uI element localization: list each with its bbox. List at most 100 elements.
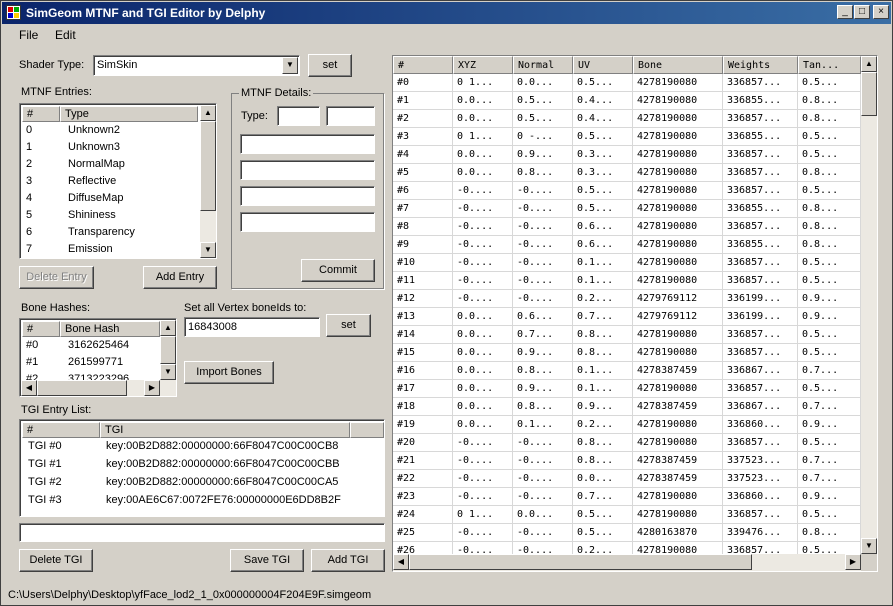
- scroll-up-icon[interactable]: ▲: [200, 105, 216, 121]
- scroll-right-icon[interactable]: ▶: [144, 380, 160, 396]
- table-row[interactable]: TGI #0 key:00B2D882:00000000:66F8047C00C0…: [22, 438, 382, 455]
- vertex-bones-set-button[interactable]: set: [326, 314, 371, 337]
- table-row[interactable]: TGI #2 key:00B2D882:00000000:66F8047C00C0…: [22, 474, 382, 491]
- menu-edit[interactable]: Edit: [55, 28, 76, 42]
- scroll-thumb[interactable]: [160, 336, 176, 364]
- table-row[interactable]: #13 0.0... 0.6... 0.7... 4279769112 336199...…: [393, 308, 861, 326]
- add-entry-button[interactable]: Add Entry: [143, 266, 217, 289]
- mtnf-detail-field-1[interactable]: [240, 134, 375, 154]
- list-item[interactable]: #1 261599771: [22, 354, 160, 371]
- scroll-down-icon[interactable]: ▼: [861, 538, 877, 554]
- table-row[interactable]: #7 -0.... -0.... 0.5... 4278190080 336855... 0…: [393, 200, 861, 218]
- table-row[interactable]: #21 -0.... -0.... 0.8... 4278387459 337523...…: [393, 452, 861, 470]
- shader-type-select[interactable]: SimSkin ▼: [93, 55, 300, 76]
- list-item[interactable]: 1 Unknown3: [22, 139, 200, 156]
- commit-button[interactable]: Commit: [301, 259, 375, 282]
- scroll-down-icon[interactable]: ▼: [160, 364, 176, 380]
- table-row[interactable]: #3 0 1... 0 -... 0.5... 4278190080 336855... 0…: [393, 128, 861, 146]
- table-row[interactable]: #14 0.0... 0.7... 0.8... 4278190080 336857...…: [393, 326, 861, 344]
- vertex-grid[interactable]: # XYZ Normal UV Bone Weights Tan... #0 0 1... 0.…: [392, 55, 878, 572]
- table-row[interactable]: #8 -0.... -0.... 0.6... 4278190080 336857... 0…: [393, 218, 861, 236]
- table-row[interactable]: #0 0 1... 0.0... 0.5... 4278190080 336857... 0…: [393, 74, 861, 92]
- list-item[interactable]: 6 Transparency: [22, 224, 200, 241]
- delete-entry-button[interactable]: Delete Entry: [19, 266, 94, 289]
- bone-col-num[interactable]: #: [22, 321, 60, 337]
- scroll-down-icon[interactable]: ▼: [200, 242, 216, 258]
- bone-vscrollbar[interactable]: ▲ ▼: [160, 320, 176, 380]
- table-row[interactable]: #4 0.0... 0.9... 0.3... 4278190080 336857... 0…: [393, 146, 861, 164]
- grid-col-header[interactable]: Weights: [723, 56, 798, 74]
- scroll-thumb[interactable]: [409, 554, 752, 570]
- chevron-down-icon[interactable]: ▼: [282, 57, 298, 74]
- list-item[interactable]: 5 Shininess: [22, 207, 200, 224]
- close-button[interactable]: ×: [873, 5, 889, 19]
- scroll-thumb[interactable]: [37, 380, 127, 396]
- mtnf-entries-list[interactable]: # Type 0 Unknown2 1 Unknown3 2 NormalMap 3 Refl…: [19, 103, 217, 259]
- add-tgi-button[interactable]: Add TGI: [311, 549, 385, 572]
- mtnf-detail-field-4[interactable]: [240, 212, 375, 232]
- scroll-left-icon[interactable]: ◀: [21, 380, 37, 396]
- table-row[interactable]: #15 0.0... 0.9... 0.8... 4278190080 336857...…: [393, 344, 861, 362]
- grid-col-header[interactable]: Normal: [513, 56, 573, 74]
- table-row[interactable]: #10 -0.... -0.... 0.1... 4278190080 336857...…: [393, 254, 861, 272]
- mtnf-col-type[interactable]: Type: [60, 106, 198, 122]
- maximize-button[interactable]: □: [854, 5, 870, 19]
- bone-col-hash[interactable]: Bone Hash: [60, 321, 160, 337]
- table-row[interactable]: #23 -0.... -0.... 0.7... 4278190080 336860...…: [393, 488, 861, 506]
- list-item[interactable]: 0 Unknown2: [22, 122, 200, 139]
- table-row[interactable]: TGI #3 key:00AE6C67:0072FE76:00000000E6DD…: [22, 492, 382, 509]
- minimize-button[interactable]: _: [837, 5, 853, 19]
- table-row[interactable]: #16 0.0... 0.8... 0.1... 4278387459 336867...…: [393, 362, 861, 380]
- table-row[interactable]: #17 0.0... 0.9... 0.1... 4278190080 336857...…: [393, 380, 861, 398]
- table-row[interactable]: #5 0.0... 0.8... 0.3... 4278190080 336857... 0…: [393, 164, 861, 182]
- tgi-list[interactable]: # TGI TGI #0 key:00B2D882:00000000:66F804…: [19, 419, 385, 517]
- tgi-col-tgi[interactable]: TGI: [100, 422, 350, 438]
- grid-col-header[interactable]: UV: [573, 56, 633, 74]
- table-row[interactable]: #2 0.0... 0.5... 0.4... 4278190080 336857... 0…: [393, 110, 861, 128]
- list-item[interactable]: 3 Reflective: [22, 173, 200, 190]
- grid-vscrollbar[interactable]: ▲ ▼: [861, 56, 877, 554]
- list-item[interactable]: #0 3162625464: [22, 337, 160, 354]
- scroll-up-icon[interactable]: ▲: [861, 56, 877, 72]
- mtnf-detail-field-2[interactable]: [240, 160, 375, 180]
- table-row[interactable]: #18 0.0... 0.8... 0.9... 4278387459 336867...…: [393, 398, 861, 416]
- table-row[interactable]: #12 -0.... -0.... 0.2... 4279769112 336199...…: [393, 290, 861, 308]
- scroll-up-icon[interactable]: ▲: [160, 320, 176, 336]
- table-row[interactable]: #20 -0.... -0.... 0.8... 4278190080 336857...…: [393, 434, 861, 452]
- grid-col-header[interactable]: Bone: [633, 56, 723, 74]
- bone-hscrollbar[interactable]: ◀ ▶: [21, 380, 176, 396]
- table-row[interactable]: #22 -0.... -0.... 0.0... 4278387459 337523...…: [393, 470, 861, 488]
- table-row[interactable]: #9 -0.... -0.... 0.6... 4278190080 336855... 0…: [393, 236, 861, 254]
- mtnf-type-field-2[interactable]: [326, 106, 375, 126]
- list-item[interactable]: 7 Emission: [22, 241, 200, 258]
- tgi-edit-field[interactable]: [19, 523, 385, 542]
- scroll-left-icon[interactable]: ◀: [393, 554, 409, 570]
- shader-set-button[interactable]: set: [308, 54, 352, 77]
- import-bones-button[interactable]: Import Bones: [184, 361, 274, 384]
- scroll-right-icon[interactable]: ▶: [845, 554, 861, 570]
- scroll-thumb[interactable]: [861, 72, 877, 116]
- table-row[interactable]: #25 -0.... -0.... 0.5... 4280163870 339476...…: [393, 524, 861, 542]
- mtnf-detail-field-3[interactable]: [240, 186, 375, 206]
- table-row[interactable]: #6 -0.... -0.... 0.5... 4278190080 336857... 0…: [393, 182, 861, 200]
- bone-hashes-list[interactable]: # Bone Hash #0 3162625464 #1 261599771 #2 371…: [19, 318, 177, 397]
- vertex-bones-input[interactable]: 16843008: [184, 317, 320, 337]
- delete-tgi-button[interactable]: Delete TGI: [19, 549, 93, 572]
- table-row[interactable]: TGI #1 key:00B2D882:00000000:66F8047C00C0…: [22, 456, 382, 473]
- menu-file[interactable]: File: [19, 28, 38, 42]
- table-row[interactable]: #24 0 1... 0.0... 0.5... 4278190080 336857...…: [393, 506, 861, 524]
- list-item[interactable]: 4 DiffuseMap: [22, 190, 200, 207]
- table-row[interactable]: #11 -0.... -0.... 0.1... 4278190080 336857...…: [393, 272, 861, 290]
- grid-col-header[interactable]: XYZ: [453, 56, 513, 74]
- mtnf-type-field-1[interactable]: [277, 106, 320, 126]
- grid-hscrollbar[interactable]: ◀ ▶: [393, 554, 861, 571]
- mtnf-scrollbar[interactable]: ▲ ▼: [200, 105, 216, 258]
- table-row[interactable]: #1 0.0... 0.5... 0.4... 4278190080 336855... 0…: [393, 92, 861, 110]
- title-bar[interactable]: SimGeom MTNF and TGI Editor by Delphy _ …: [2, 2, 891, 24]
- list-item[interactable]: 2 NormalMap: [22, 156, 200, 173]
- grid-col-header[interactable]: #: [393, 56, 453, 74]
- table-row[interactable]: #19 0.0... 0.1... 0.2... 4278190080 336860...…: [393, 416, 861, 434]
- grid-col-header[interactable]: Tan...: [798, 56, 861, 74]
- save-tgi-button[interactable]: Save TGI: [230, 549, 304, 572]
- scroll-thumb[interactable]: [200, 121, 216, 211]
